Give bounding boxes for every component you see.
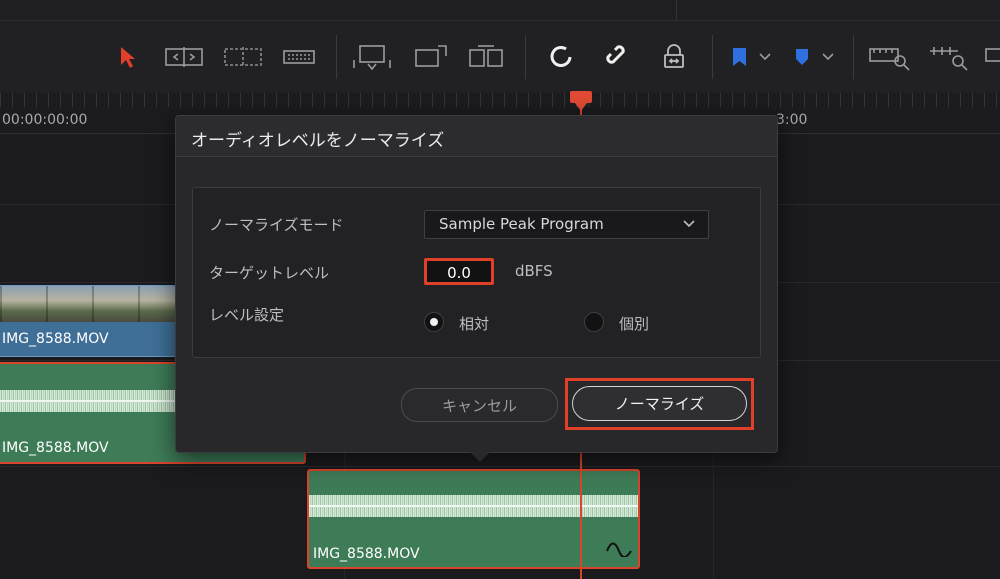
edit-toolbar	[0, 21, 1000, 94]
flag-icon[interactable]	[727, 39, 751, 75]
target-level-value: 0.0	[447, 264, 471, 282]
chevron-down-icon[interactable]	[757, 39, 773, 75]
select-arrow-icon[interactable]	[115, 39, 139, 75]
overwrite-icon[interactable]	[410, 39, 450, 75]
zoom-custom-icon[interactable]	[984, 39, 1000, 75]
divider	[853, 35, 854, 79]
radio-relative[interactable]	[424, 312, 444, 332]
zoom-full-icon[interactable]	[868, 39, 912, 75]
timecode-label: 3:00	[776, 112, 808, 128]
level-setting-label: レベル設定	[209, 306, 285, 324]
video-clip[interactable]: IMG_8588.MOV	[0, 285, 177, 357]
mode-select[interactable]: Sample Peak Program	[424, 210, 709, 239]
insert-icon[interactable]	[352, 39, 392, 75]
mode-value: Sample Peak Program	[439, 215, 604, 233]
timecode-start: 00:00:00:00	[2, 112, 88, 128]
top-bar	[0, 0, 1000, 21]
clip-name: IMG_8588.MOV	[313, 546, 420, 562]
linked-selection-icon[interactable]	[603, 39, 633, 75]
dynamic-trim-icon[interactable]	[222, 39, 264, 75]
snapping-icon[interactable]	[547, 39, 577, 75]
marker-icon[interactable]	[790, 39, 814, 75]
replace-icon[interactable]	[466, 39, 506, 75]
ruler-ticks	[0, 93, 1000, 107]
blade-icon[interactable]	[282, 39, 316, 75]
dialog-title-bar[interactable]: オーディオレベルをノーマライズ	[176, 116, 777, 157]
mode-label: ノーマライズモード	[209, 216, 344, 234]
chevron-down-icon	[683, 220, 695, 228]
audio-waveform	[309, 495, 638, 517]
position-lock-icon[interactable]	[660, 39, 688, 75]
clip-name: IMG_8588.MOV	[2, 331, 109, 347]
divider	[676, 0, 677, 20]
dialog-pointer	[468, 450, 492, 462]
target-level-label: ターゲットレベル	[209, 264, 330, 282]
volume-curve-icon[interactable]	[605, 541, 633, 557]
normalize-audio-dialog: オーディオレベルをノーマライズ ノーマライズモード Sample Peak Pr…	[175, 115, 778, 453]
target-level-input[interactable]: 0.0	[424, 258, 494, 285]
audio-clip-selected[interactable]: IMG_8588.MOV	[307, 469, 640, 569]
track-divider	[0, 466, 1000, 467]
normalize-button[interactable]: ノーマライズ	[572, 386, 747, 421]
clip-name: IMG_8588.MOV	[2, 440, 109, 456]
radio-relative-label[interactable]: 相対	[459, 313, 489, 334]
target-level-unit: dBFS	[515, 262, 553, 280]
divider	[336, 35, 337, 79]
divider	[525, 35, 526, 79]
radio-individual[interactable]	[584, 312, 604, 332]
divider	[712, 35, 713, 79]
cancel-button[interactable]: キャンセル	[401, 388, 558, 422]
playhead-handle[interactable]	[570, 91, 592, 111]
trim-icon[interactable]	[163, 39, 205, 75]
radio-individual-label[interactable]: 個別	[619, 313, 649, 334]
zoom-detail-icon[interactable]	[928, 39, 972, 75]
dialog-title: オーディオレベルをノーマライズ	[191, 131, 445, 151]
chevron-down-icon[interactable]	[820, 39, 836, 75]
clip-thumbnails	[0, 286, 176, 322]
